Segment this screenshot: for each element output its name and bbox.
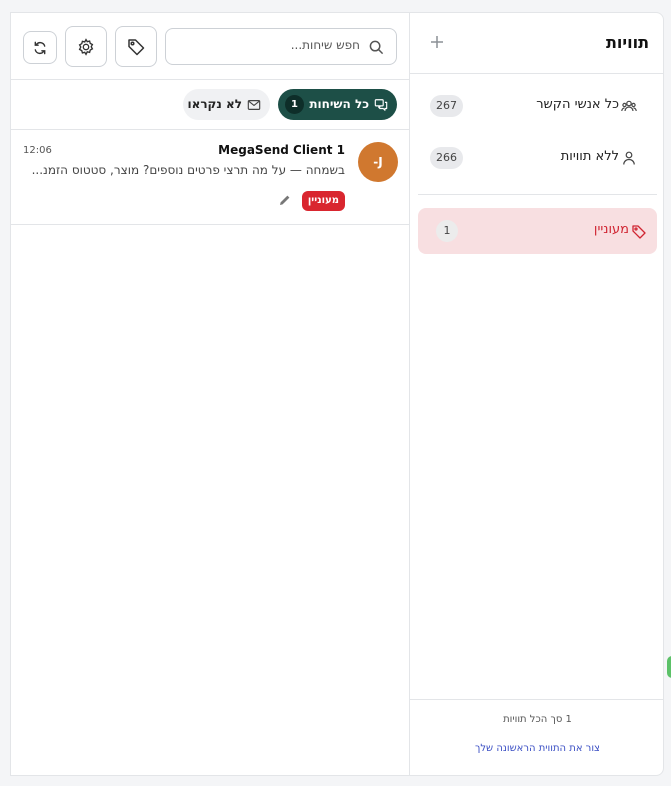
sidebar-item-label: מעוניין — [593, 222, 629, 237]
create-first-label-link[interactable]: צור את התווית הראשונה שלך — [410, 743, 663, 754]
sidebar-footer: 1 סך הכל תוויות צור את התווית הראשונה של… — [410, 699, 663, 775]
conversation-tag[interactable]: מעוניין — [301, 191, 345, 211]
sidebar-item-no-labels[interactable]: ללא תוויות 266 — [418, 135, 657, 181]
conversation-time: 12:06 — [23, 145, 52, 156]
tag-icon — [632, 225, 646, 239]
tag-icon — [128, 38, 145, 55]
conversation-preview: בשמחה — על מה תרצי פרטים נוספים? מוצר, ס… — [31, 163, 345, 177]
labels-button[interactable] — [115, 26, 157, 67]
search-input[interactable] — [180, 38, 360, 52]
avatar: -J — [358, 142, 398, 182]
tab-unread[interactable]: לא נקראו — [183, 89, 270, 120]
app-window: כל השיחות 1 לא נקראו -J MegaSend Client … — [10, 12, 664, 776]
settings-button[interactable] — [65, 26, 107, 67]
plus-icon — [431, 36, 443, 48]
labels-total: 1 סך הכל תוויות — [503, 714, 572, 725]
tab-all-count: 1 — [285, 95, 304, 114]
conversations-panel: כל השיחות 1 לא נקראו -J MegaSend Client … — [11, 13, 409, 775]
conversations-toolbar — [11, 13, 409, 80]
sidebar-header: תוויות — [410, 13, 663, 74]
add-label-button[interactable] — [430, 31, 444, 53]
gear-icon — [78, 37, 94, 56]
conversation-name: MegaSend Client 1 — [218, 143, 345, 157]
tab-all-conversations[interactable]: כל השיחות 1 — [278, 89, 397, 120]
sidebar-item-count: 1 — [436, 220, 458, 242]
conversation-tabs: כל השיחות 1 לא נקראו — [11, 80, 409, 130]
refresh-button[interactable] — [23, 31, 57, 64]
tab-unread-label: לא נקראו — [187, 97, 242, 111]
pencil-icon[interactable] — [279, 194, 291, 206]
sidebar-item-label: כל אנשי הקשר — [536, 97, 619, 112]
search-box[interactable] — [165, 28, 397, 65]
labels-sidebar: תוויות כל אנשי הקשר 267 ללא תוויות 266 מ… — [410, 13, 663, 775]
tab-all-label: כל השיחות — [309, 97, 369, 111]
floating-widget-tab[interactable] — [667, 656, 671, 678]
chat-icon — [374, 99, 388, 111]
refresh-icon — [34, 41, 46, 54]
user-icon — [623, 151, 635, 165]
search-icon — [369, 40, 384, 55]
sidebar-title: תוויות — [605, 33, 649, 52]
conversation-item[interactable]: -J MegaSend Client 1 12:06 בשמחה — על מה… — [11, 130, 409, 225]
sidebar-item-all-contacts[interactable]: כל אנשי הקשר 267 — [418, 83, 657, 129]
sidebar-divider — [418, 194, 657, 195]
sidebar-item-label-interested[interactable]: מעוניין 1 — [418, 208, 657, 254]
sidebar-item-label: ללא תוויות — [560, 149, 619, 164]
users-icon — [621, 100, 637, 112]
mail-icon — [247, 100, 261, 110]
sidebar-item-count: 267 — [430, 95, 463, 117]
sidebar-item-count: 266 — [430, 147, 463, 169]
